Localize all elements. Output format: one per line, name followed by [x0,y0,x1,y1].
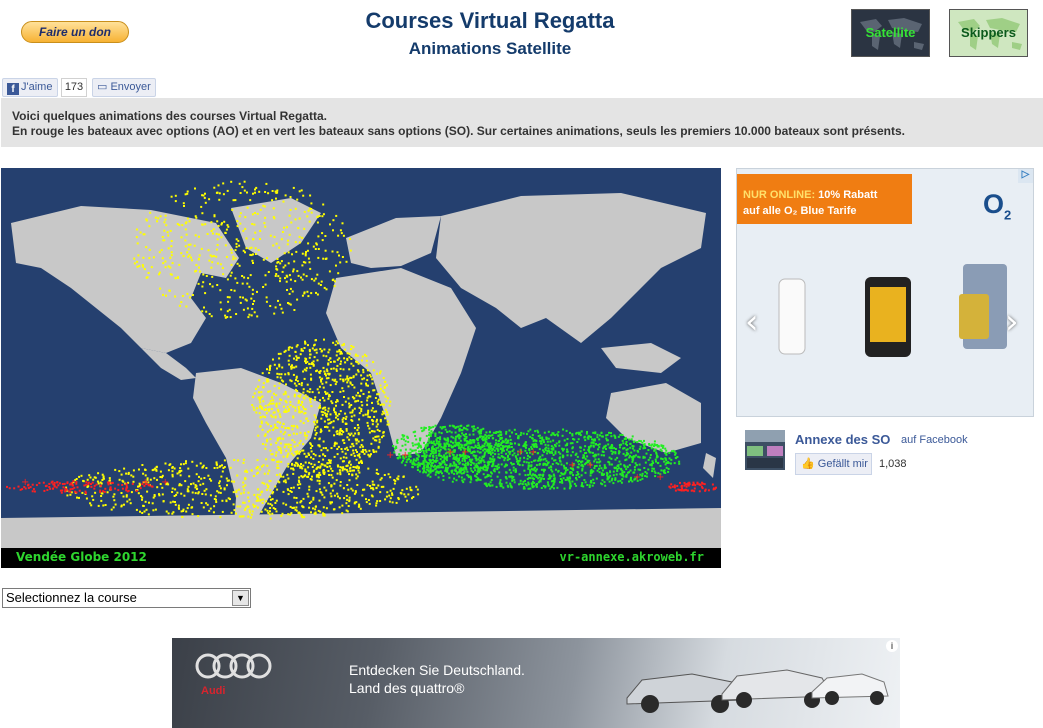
send-label: Envoyer [110,81,151,93]
svg-text:+: + [529,447,537,458]
skippers-label: Skippers [961,25,1016,40]
usb-stick-icon [778,278,806,355]
asia [436,193,706,343]
africa [326,268,476,456]
svg-text:+: + [633,472,641,483]
car-images [626,669,889,713]
course-select-value: Selectionnez la course [6,590,137,605]
facebook-page-name[interactable]: Annexe des SO [795,432,890,447]
southeast-asia [601,343,681,373]
svg-text:+: + [656,472,664,483]
page-thumbnail[interactable] [745,430,785,470]
svg-text:+: + [516,447,524,458]
facebook-page-like-count: 1,038 [879,458,907,470]
info-line-2: En rouge les bateaux avec options (AO) e… [12,124,905,138]
australia [606,383,701,453]
svg-text:+: + [401,450,409,461]
skippers-button[interactable]: Skippers [949,9,1028,57]
svg-text:+: + [21,477,29,488]
svg-text:+: + [568,460,576,471]
page-like-label: Gefällt mir [817,458,868,470]
satellite-button[interactable]: Satellite [851,9,930,57]
central-america [141,348,196,380]
svg-text:+: + [446,447,454,458]
course-select[interactable]: Selectionnez la course ▼ [2,588,251,608]
speech-bubble-icon: ▭ [97,81,108,93]
new-zealand [703,453,716,478]
svg-text:+: + [586,460,594,471]
like-count: 173 [61,78,87,97]
facebook-icon: f [7,83,19,95]
audi-advertisement[interactable]: Audi Entdecken Sie Deutschland. Land des… [172,638,900,728]
north-america [11,206,239,353]
continents [1,193,721,548]
site-label: vr-annexe.akroweb.fr [559,550,705,564]
page-subtitle: Animations Satellite [408,39,572,58]
map-caption-bar: Vendée Globe 2012 vr-annexe.akroweb.fr [1,548,721,568]
satellite-map[interactable]: + + + + + + + + + + + + + Vendée Globe 2012 vr-annex… [1,168,721,568]
product-images [778,264,1007,357]
o2-advertisement[interactable]: ▷ NUR ONLINE: 10% Rabatt auf alle O₂ Blu… [736,168,1034,417]
south-america [193,368,321,538]
chevron-down-icon[interactable]: ▼ [232,590,249,606]
race-label: Vendée Globe 2012 [16,550,147,564]
svg-text:+: + [386,450,394,461]
like-label: J'aime [21,81,53,93]
info-box: Voici quelques animations des courses Vi… [1,98,1043,147]
donate-button[interactable]: Faire un don [21,21,129,43]
info-line-1: Voici quelques animations des courses Vi… [12,109,327,123]
satellite-label: Satellite [865,25,916,40]
world-map-animation: + + + + + + + + + + + + + [1,180,721,548]
facebook-page-suffix: auf Facebook [901,434,968,446]
europe [346,216,441,268]
svg-text:+: + [141,477,149,488]
antarctica [1,508,721,548]
svg-text:+: + [461,447,469,458]
facebook-like-button[interactable]: f J'aime [2,78,58,97]
svg-text:+: + [161,477,169,488]
page-title: Courses Virtual Regatta [365,8,615,33]
thumbs-up-icon: 👍 [801,458,815,470]
facebook-page-like-button[interactable]: 👍 Gefällt mir [795,453,872,475]
info-icon[interactable]: i [886,640,898,652]
page: Faire un don Courses Virtual Regatta Ani… [0,0,1043,728]
facebook-send-button[interactable]: ▭ Envoyer [92,78,156,97]
